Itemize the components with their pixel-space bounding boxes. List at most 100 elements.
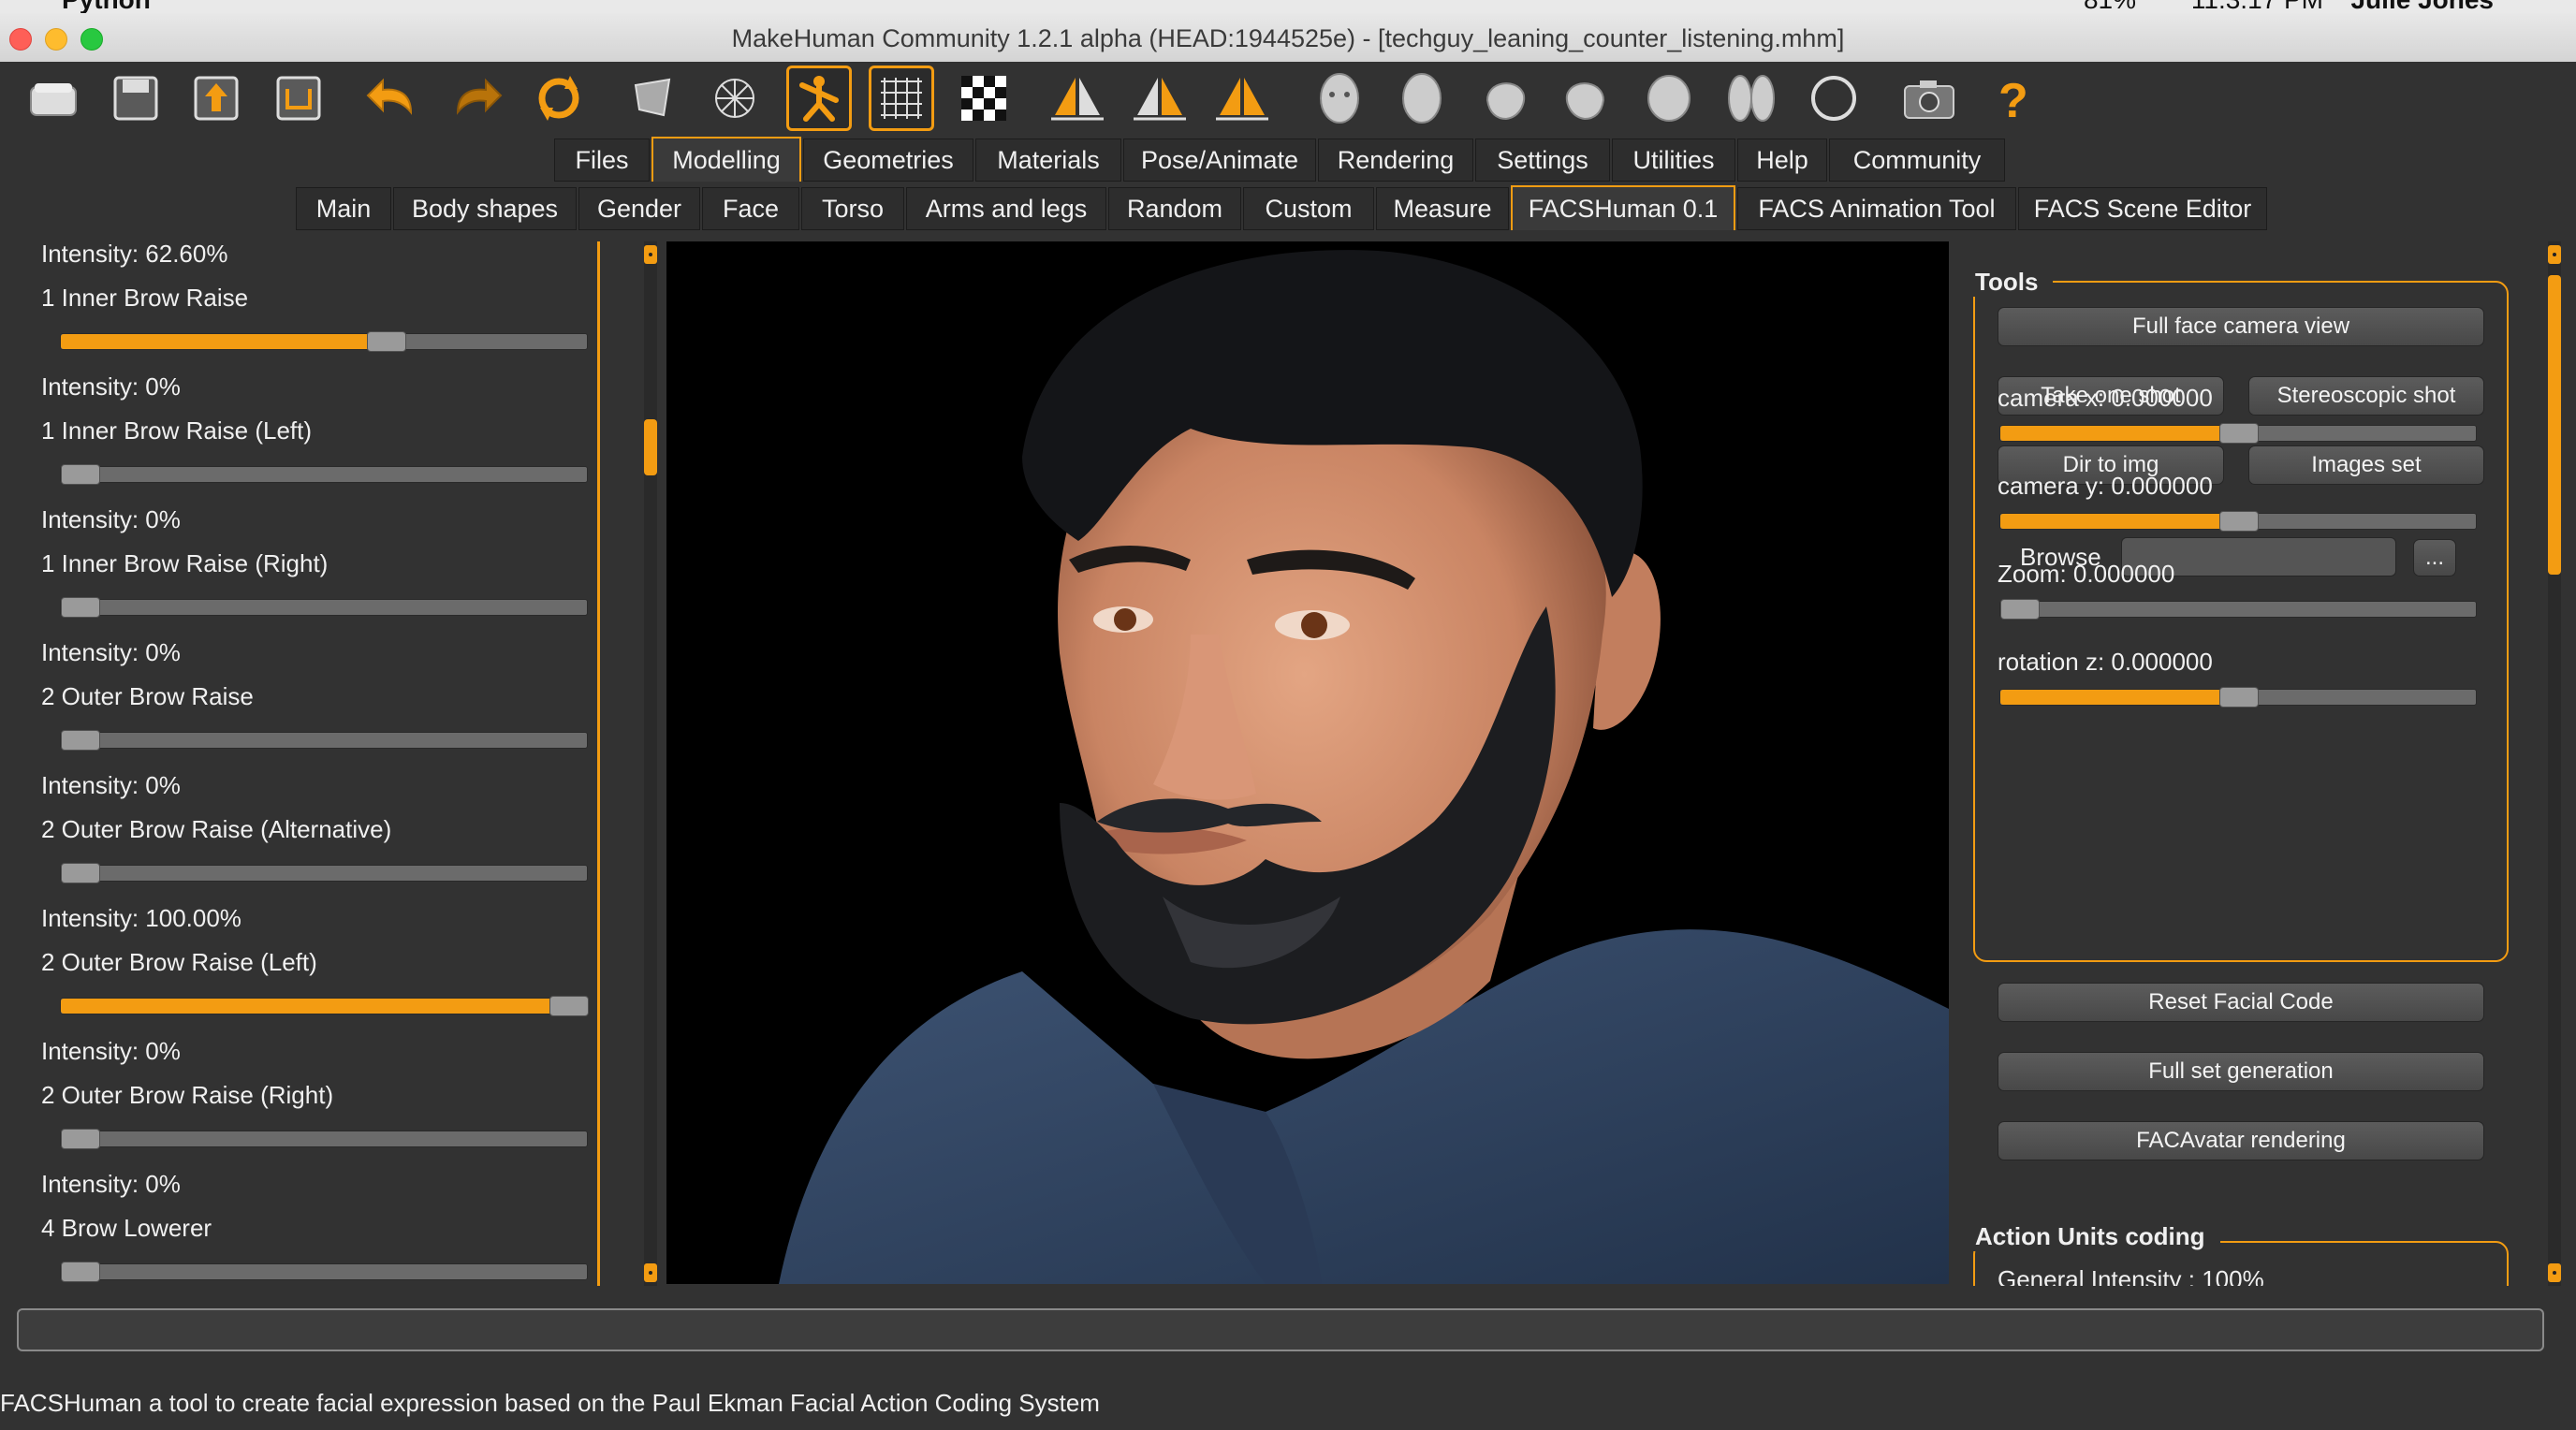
full-face-camera-view-button[interactable]: Full face camera view (1998, 307, 2484, 346)
au-intensity-slider[interactable] (60, 1262, 588, 1282)
symmetry-right-icon[interactable] (1045, 66, 1110, 131)
window-title-bar: MakeHuman Community 1.2.1 alpha (HEAD:19… (0, 13, 2576, 63)
stereoscopic-shot-button[interactable]: Stereoscopic shot (2248, 376, 2484, 416)
slider-handle[interactable] (2219, 423, 2259, 444)
tab-utilities[interactable]: Utilities (1612, 139, 1735, 182)
scroll-thumb[interactable] (644, 419, 657, 475)
tab-settings[interactable]: Settings (1475, 139, 1610, 182)
tab-random[interactable]: Random (1108, 187, 1241, 230)
front-view-icon[interactable] (1307, 66, 1372, 131)
slider-handle[interactable] (367, 331, 406, 352)
back-view-icon[interactable] (1389, 66, 1455, 131)
right-view-icon[interactable] (1554, 66, 1619, 131)
load-icon[interactable] (266, 66, 331, 131)
reset-icon[interactable] (526, 66, 592, 131)
bottom-view-icon[interactable] (1719, 66, 1784, 131)
tab-community[interactable]: Community (1829, 139, 2005, 182)
command-line-input[interactable] (17, 1308, 2544, 1351)
au-intensity-slider[interactable] (60, 1129, 588, 1149)
tab-pose-animate[interactable]: Pose/Animate (1123, 139, 1316, 182)
background-icon[interactable] (951, 66, 1017, 131)
wireframe-icon[interactable] (702, 66, 768, 131)
tab-facs-animation-tool[interactable]: FACS Animation Tool (1737, 187, 2016, 230)
scroll-up-arrow-icon[interactable] (2548, 245, 2561, 264)
tab-materials[interactable]: Materials (975, 139, 1121, 182)
reset-camera-icon[interactable] (1801, 66, 1866, 131)
tab-geometries[interactable]: Geometries (803, 139, 973, 182)
main-toolbar: ? (0, 62, 2576, 137)
images-set-button[interactable]: Images set (2248, 445, 2484, 485)
screenshot-icon[interactable] (1896, 66, 1962, 131)
tab-gender[interactable]: Gender (578, 187, 700, 230)
camera-slider[interactable] (1999, 511, 2477, 532)
scroll-down-arrow-icon[interactable] (644, 1263, 657, 1282)
scroll-thumb[interactable] (2548, 275, 2561, 575)
app-menu-name[interactable]: Python (62, 0, 151, 13)
slider-handle[interactable] (61, 863, 100, 883)
slider-handle[interactable] (2000, 599, 2040, 620)
3d-viewport[interactable] (666, 241, 1949, 1284)
tab-main[interactable]: Main (296, 187, 391, 230)
browse-button[interactable]: ... (2413, 539, 2456, 576)
left-view-icon[interactable] (1471, 66, 1537, 131)
tab-modelling[interactable]: Modelling (651, 137, 801, 182)
au-intensity-label: Intensity: 62.60% (41, 241, 228, 268)
tab-torso[interactable]: Torso (801, 187, 904, 230)
save-icon[interactable] (103, 66, 168, 131)
menu-user-name[interactable]: Julie Jones (2350, 0, 2494, 13)
slider-fill (61, 334, 386, 349)
symmetry-left-icon[interactable] (1127, 66, 1193, 131)
camera-slider[interactable] (1999, 687, 2477, 708)
full-set-generation-button[interactable]: Full set generation (1998, 1052, 2484, 1091)
left-panel-scrollbar[interactable] (644, 241, 657, 1286)
camera-slider[interactable] (1999, 423, 2477, 444)
scroll-up-arrow-icon[interactable] (644, 245, 657, 264)
au-intensity-slider[interactable] (60, 730, 588, 751)
undo-icon[interactable] (359, 66, 425, 131)
tab-face[interactable]: Face (702, 187, 799, 230)
camera-slider-label: rotation z: 0.000000 (1998, 648, 2213, 676)
au-slider-row: Intensity: 0% 2 Outer Brow Raise (Alterna… (41, 771, 593, 893)
au-intensity-slider[interactable] (60, 331, 588, 352)
tab-facshuman[interactable]: FACSHuman 0.1 (1511, 185, 1735, 230)
tab-arms-and-legs[interactable]: Arms and legs (906, 187, 1106, 230)
tab-rendering[interactable]: Rendering (1318, 139, 1473, 182)
tab-help[interactable]: Help (1737, 139, 1827, 182)
redo-icon[interactable] (444, 66, 509, 131)
symmetry-both-icon[interactable] (1209, 66, 1275, 131)
slider-handle[interactable] (61, 730, 100, 751)
smooth-icon[interactable] (620, 66, 685, 131)
au-intensity-slider[interactable] (60, 597, 588, 618)
slider-handle[interactable] (549, 996, 589, 1016)
au-intensity-slider[interactable] (60, 863, 588, 883)
slider-handle[interactable] (61, 464, 100, 485)
reset-facial-code-button[interactable]: Reset Facial Code (1998, 983, 2484, 1022)
pose-icon[interactable] (786, 66, 852, 131)
au-intensity-slider[interactable] (60, 464, 588, 485)
top-view-icon[interactable] (1636, 66, 1702, 131)
slider-handle[interactable] (61, 1262, 100, 1282)
slider-handle[interactable] (61, 597, 100, 618)
au-intensity-slider[interactable] (60, 996, 589, 1016)
menu-clock: 11:3:17 PM (2191, 0, 2323, 13)
slider-handle[interactable] (2219, 687, 2259, 708)
au-slider-row: Intensity: 62.60% 1 Inner Brow Raise (41, 241, 593, 361)
slider-handle[interactable] (61, 1129, 100, 1149)
tab-body-shapes[interactable]: Body shapes (393, 187, 577, 230)
facavatar-rendering-button[interactable]: FACAvatar rendering (1998, 1121, 2484, 1160)
camera-slider[interactable] (1999, 599, 2477, 620)
tab-measure[interactable]: Measure (1376, 187, 1509, 230)
export-icon[interactable] (183, 66, 249, 131)
tab-custom[interactable]: Custom (1243, 187, 1374, 230)
mac-menu-bar: Python 81% 11:3:17 PM Julie Jones (0, 0, 2576, 13)
right-panel-scrollbar[interactable] (2548, 241, 2561, 1286)
tab-facs-scene-editor[interactable]: FACS Scene Editor (2018, 187, 2267, 230)
scroll-down-arrow-icon[interactable] (2548, 1263, 2561, 1282)
slider-handle[interactable] (2219, 511, 2259, 532)
help-icon[interactable]: ? (1979, 66, 2044, 131)
au-intensity-label: Intensity: 0% (41, 505, 181, 533)
grid-icon[interactable] (869, 66, 934, 131)
tab-files[interactable]: Files (554, 139, 650, 182)
files-icon[interactable] (21, 66, 86, 131)
au-intensity-label: Intensity: 100.00% (41, 904, 242, 932)
